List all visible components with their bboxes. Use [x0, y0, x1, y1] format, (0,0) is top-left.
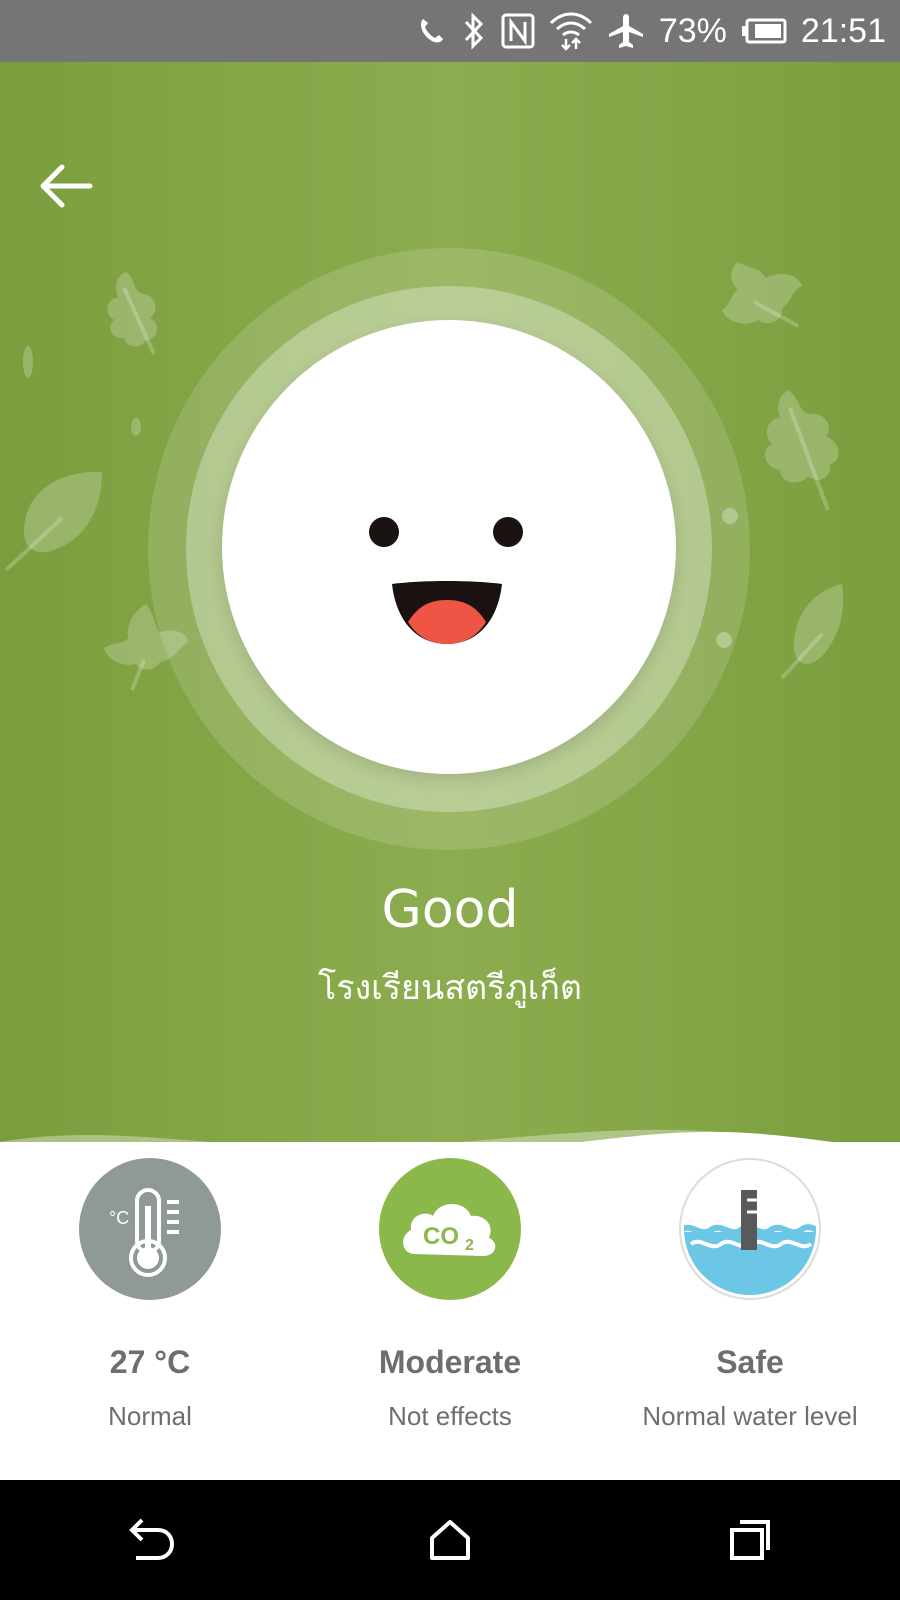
svg-text:2: 2 — [465, 1237, 474, 1254]
nav-back-button[interactable] — [90, 1490, 210, 1590]
svg-text:CO: CO — [423, 1223, 459, 1250]
leaf-decoration-icon — [4, 471, 102, 572]
wifi-icon — [549, 11, 593, 51]
air-quality-hero: Good โรงเรียนสตรีภูเก็ต — [0, 62, 900, 1142]
leaf-decoration-icon — [722, 262, 802, 328]
nav-recents-button[interactable] — [690, 1490, 810, 1590]
leaf-decoration-icon — [780, 584, 844, 680]
back-button[interactable] — [34, 158, 98, 214]
battery-icon — [741, 18, 787, 44]
co2-metric[interactable]: CO 2 Moderate Not effects — [300, 1120, 600, 1432]
leaf-decoration-icon — [107, 272, 158, 355]
recent-apps-icon — [730, 1520, 770, 1560]
temperature-status: Normal — [108, 1401, 192, 1431]
thermometer-icon: °C — [79, 1158, 221, 1300]
bluetooth-icon — [461, 12, 487, 50]
temperature-metric[interactable]: °C 27 °C Normal — [0, 1120, 300, 1432]
svg-text:°C: °C — [109, 1208, 129, 1228]
co2-cloud-icon: CO 2 — [379, 1158, 521, 1300]
nfc-icon — [501, 13, 535, 49]
dot-decoration-icon — [23, 346, 33, 378]
metrics-panel: °C 27 °C Normal CO 2 Moderate Not effect… — [0, 1120, 900, 1480]
arrow-left-icon — [40, 164, 93, 208]
clock: 21:51 — [800, 11, 886, 50]
location-name: โรงเรียนสตรีภูเก็ต — [318, 968, 582, 1008]
temperature-value: 27 °C — [109, 1344, 191, 1380]
nav-home-button[interactable] — [390, 1490, 510, 1590]
home-icon — [430, 1520, 470, 1560]
co2-value: Moderate — [378, 1344, 522, 1380]
status-icons: 73% 21:51 — [415, 0, 886, 62]
system-nav-bar — [0, 1480, 900, 1600]
battery-percent: 73% — [658, 11, 727, 50]
dot-decoration-icon — [131, 418, 141, 436]
back-arrow-icon — [129, 1518, 175, 1560]
water-level-icon — [679, 1158, 821, 1300]
status-bar: 73% 21:51 — [0, 0, 900, 62]
leaf-decoration-icon — [765, 390, 839, 511]
air-quality-label: Good — [381, 880, 519, 940]
co2-status: Not effects — [388, 1401, 512, 1431]
water-level-status: Normal water level — [642, 1401, 858, 1431]
call-icon — [415, 15, 447, 47]
happy-face-icon — [222, 320, 676, 774]
water-level-value: Safe — [716, 1344, 784, 1380]
water-level-metric[interactable]: Safe Normal water level — [600, 1120, 900, 1432]
airplane-mode-icon — [607, 12, 645, 50]
